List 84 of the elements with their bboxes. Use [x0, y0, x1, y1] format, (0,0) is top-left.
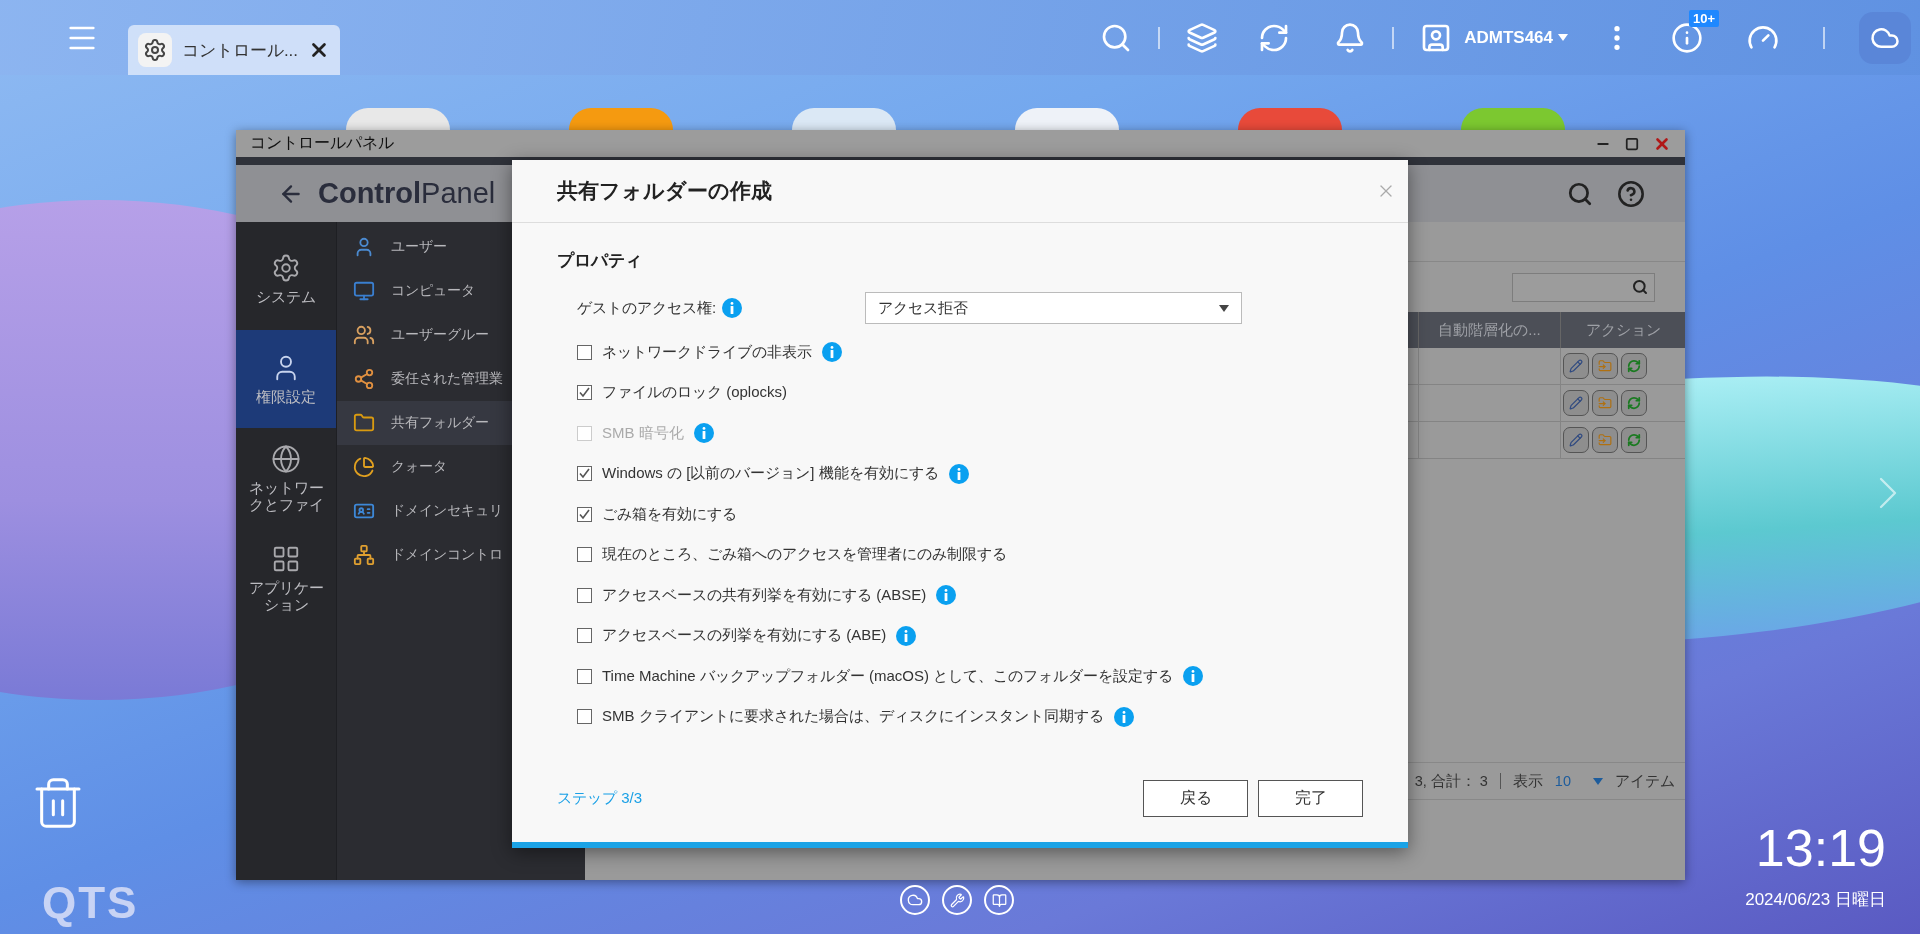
cloud-icon[interactable] [900, 885, 930, 915]
quota-icon [351, 454, 377, 480]
folder-icon[interactable] [1592, 427, 1618, 453]
clock-date: 2024/06/23 日曜日 [1745, 889, 1886, 911]
menu-item[interactable]: ドメインコントロ [337, 533, 585, 577]
pager-unit: アイテム [1615, 771, 1675, 791]
checkbox[interactable] [577, 466, 592, 482]
section-title: プロパティ [557, 250, 643, 272]
dialog-button[interactable]: 戻る [1143, 779, 1248, 817]
checkbox[interactable] [577, 385, 592, 401]
clock-time: 13:19 [1755, 822, 1886, 874]
refresh-icon[interactable] [1621, 353, 1647, 379]
menu-item[interactable]: ドメインセキュリ [337, 489, 585, 533]
nav-item[interactable]: システム [236, 230, 336, 328]
info-icon[interactable] [896, 625, 917, 646]
field-label: ゲストのアクセス権: [577, 298, 717, 318]
menu-item[interactable]: クォータ [337, 445, 585, 489]
app-icon[interactable] [1238, 108, 1342, 130]
edit-icon[interactable] [1563, 427, 1589, 453]
info-icon[interactable] [936, 585, 957, 606]
info-icon[interactable] [722, 298, 743, 318]
globe-icon [271, 444, 301, 475]
checkbox[interactable] [577, 506, 592, 522]
logo: QTS [42, 878, 139, 928]
gear-icon [271, 252, 301, 283]
nav-label: ネットワークとファイ [248, 480, 324, 514]
caret-icon [1219, 304, 1229, 312]
checkbox[interactable] [577, 344, 592, 360]
pager-summary: 3, 合計： 3 [1414, 771, 1488, 791]
checkbox[interactable] [577, 628, 592, 644]
checkbox[interactable] [577, 668, 592, 684]
checkbox[interactable] [577, 587, 592, 603]
option-label: ファイルのロック (oplocks) [602, 383, 788, 403]
wrench-icon[interactable] [942, 885, 972, 915]
app-icon[interactable] [792, 108, 896, 130]
nav-label: システム [255, 288, 317, 306]
option-label: SMB クライアントに要求された場合は、ディスクにインスタント同期する [602, 707, 1104, 727]
edit-icon[interactable] [1563, 390, 1589, 416]
option-label: アクセスベースの列挙を有効にする (ABE) [602, 626, 887, 646]
app-title: ControlPanel [318, 177, 496, 210]
search-icon [1632, 279, 1648, 295]
option-label: ごみ箱を有効にする [602, 504, 737, 524]
checkbox[interactable] [577, 709, 592, 725]
edit-icon[interactable] [1563, 353, 1589, 379]
option-label: 現在のところ、ごみ箱へのアクセスを管理者にのみ制限する [602, 545, 1007, 565]
option-label: Time Machine バックアップフォルダー (macOS) として、このフォルダーを設定する [602, 666, 1174, 686]
help-icon[interactable] [1617, 179, 1645, 208]
guest-access-select[interactable]: アクセス拒否 [865, 292, 1242, 324]
caret-icon[interactable] [1593, 777, 1603, 785]
nav-item[interactable]: アプリケーション [236, 530, 336, 628]
option-label: SMB 暗号化 [602, 423, 684, 443]
refresh-icon[interactable] [1621, 390, 1647, 416]
app-tab[interactable]: コントロール... [128, 25, 340, 75]
cloud-button[interactable] [1859, 11, 1911, 64]
option-label: ネットワークドライブの非表示 [602, 342, 812, 362]
maximize-icon[interactable] [1625, 136, 1639, 151]
info-icon[interactable] [948, 463, 969, 484]
tab-label: コントロール... [181, 39, 299, 62]
checkbox[interactable] [577, 547, 592, 563]
nav-item[interactable]: ネットワークとファイ [236, 430, 336, 528]
info-icon[interactable] [1183, 666, 1204, 687]
option-label: Windows の [以前のバージョン] 機能を有効にする [602, 464, 939, 484]
folder-icon[interactable] [1592, 390, 1618, 416]
app-icon[interactable] [346, 108, 450, 130]
dialog-title: 共有フォルダーの作成 [557, 178, 772, 204]
step-indicator: ステップ 3/3 [557, 788, 643, 808]
notification-badge: 10+ [1689, 9, 1720, 27]
search-icon[interactable] [1567, 180, 1593, 207]
pager-label: 表示 [1512, 771, 1543, 791]
gear-icon [138, 33, 172, 67]
folder-icon[interactable] [1592, 353, 1618, 379]
window-title: コントロールパネル [250, 133, 394, 153]
info-icon[interactable] [1113, 706, 1134, 727]
book-icon[interactable] [984, 885, 1014, 915]
refresh-icon[interactable] [1621, 427, 1647, 453]
menu-item[interactable]: 委任された管理業 [337, 357, 585, 401]
nav-label: アプリケーション [248, 580, 324, 614]
info-icon[interactable] [822, 342, 842, 363]
app-icon[interactable] [1015, 108, 1119, 130]
dialog-button[interactable]: 完了 [1258, 779, 1363, 817]
search-field[interactable] [1512, 272, 1655, 302]
option-label: アクセスベースの共有列挙を有効にする (ABSE) [602, 585, 927, 605]
nav-label: 権限設定 [255, 388, 317, 406]
nav-item[interactable]: 権限設定 [236, 330, 336, 428]
